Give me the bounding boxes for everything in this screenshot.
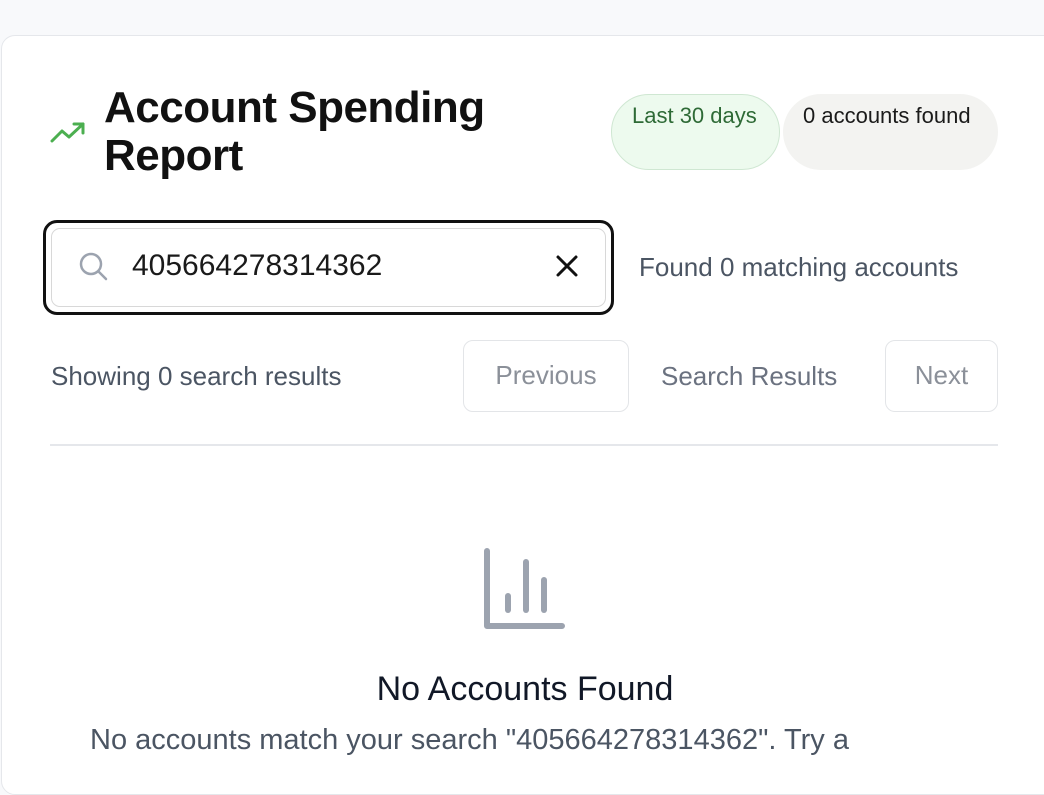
- empty-state-message: No accounts match your search "405664278…: [90, 724, 849, 756]
- search-container: [43, 220, 614, 315]
- next-button[interactable]: Next: [885, 340, 998, 412]
- search-field: [51, 228, 606, 307]
- search-input[interactable]: [132, 243, 532, 289]
- showing-results-text: Showing 0 search results: [51, 361, 342, 391]
- empty-state-title: No Accounts Found: [376, 670, 674, 708]
- period-badge: Last 30 days: [611, 94, 780, 170]
- bar-chart-icon: [484, 548, 565, 629]
- trending-up-icon: [50, 122, 85, 143]
- previous-button[interactable]: Previous: [463, 340, 629, 412]
- accounts-count-badge: 0 accounts found: [783, 94, 998, 170]
- close-icon[interactable]: [550, 249, 584, 283]
- divider: [50, 444, 998, 446]
- page-title: Account Spending Report: [104, 83, 485, 180]
- search-icon: [79, 252, 108, 281]
- search-result-summary: Found 0 matching accounts: [639, 252, 959, 282]
- pagination-label: Search Results: [661, 361, 838, 391]
